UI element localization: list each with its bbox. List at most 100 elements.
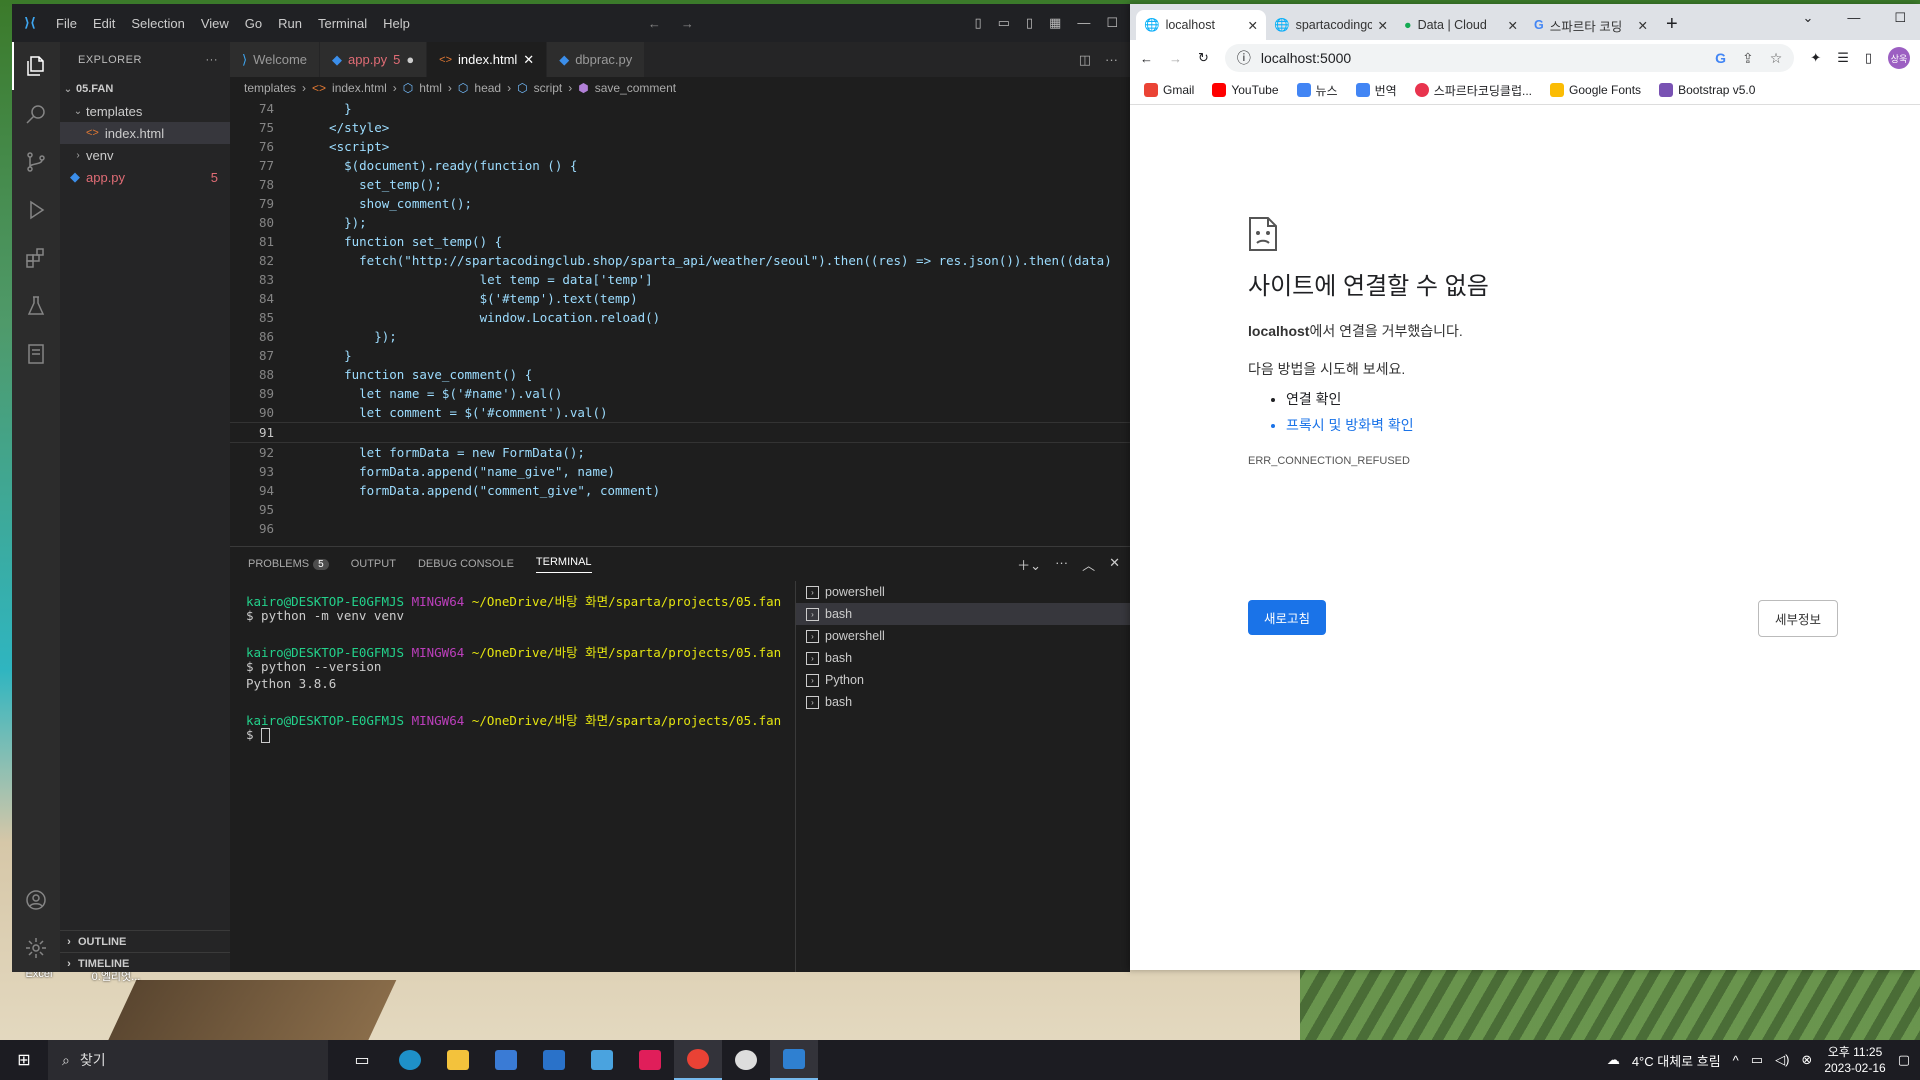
reading-list-icon[interactable]: ☰ [1837,50,1849,66]
app-icon[interactable] [722,1040,770,1080]
tree-root-folder[interactable]: ⌄ 05.FAN [60,78,230,100]
tab-search-icon[interactable]: ⌄ [1802,10,1813,26]
suggestion-link[interactable]: 프록시 및 방화벽 확인 [1286,415,1848,435]
menu-file[interactable]: File [48,16,85,31]
code-line[interactable]: 89 let name = $('#name').val() [230,384,1130,403]
menu-go[interactable]: Go [237,16,270,31]
bookmark-news[interactable]: 뉴스 [1296,82,1338,99]
testing-icon[interactable] [12,282,60,330]
breadcrumb-item[interactable]: save_comment [595,81,676,95]
toggle-panel-icon[interactable]: ▭ [998,15,1010,31]
code-line[interactable]: 81 function set_temp() { [230,232,1130,251]
code-line[interactable]: 93 formData.append("name_give", name) [230,462,1130,481]
account-icon[interactable] [12,876,60,924]
toggle-sidebar-icon[interactable]: ▯ [974,15,981,31]
code-line[interactable]: 78 set_temp(); [230,175,1130,194]
code-line[interactable]: 85 window.Location.reload() [230,308,1130,327]
close-icon[interactable]: ✕ [1508,18,1518,33]
forward-arrow-icon[interactable]: → [681,16,694,31]
code-line[interactable]: 74 } [230,99,1130,118]
menu-view[interactable]: View [193,16,237,31]
menu-run[interactable]: Run [270,16,310,31]
code-line[interactable]: 90 let comment = $('#comment').val() [230,403,1130,422]
terminal-item[interactable]: › powershell [796,625,1130,647]
toggle-secondary-sidebar-icon[interactable]: ▯ [1026,15,1033,31]
maximize-icon[interactable]: ☐ [1894,10,1906,26]
taskbar-search[interactable]: ⌕ 찾기 [48,1040,328,1080]
code-line[interactable]: 76 <script> [230,137,1130,156]
menu-selection[interactable]: Selection [123,16,192,31]
code-line[interactable]: 77 $(document).ready(function () { [230,156,1130,175]
close-icon[interactable]: ✕ [1638,18,1648,33]
slack-icon[interactable] [626,1040,674,1080]
minimize-icon[interactable]: — [1847,10,1860,26]
app-icon[interactable] [578,1040,626,1080]
tab-debug-console[interactable]: DEBUG CONSOLE [418,558,514,570]
bookmark-sparta[interactable]: 스파르타코딩클럽... [1414,82,1532,99]
tab-dbprac-py[interactable]: ◆ dbprac.py [547,42,646,77]
side-panel-icon[interactable]: ▯ [1865,50,1872,66]
close-icon[interactable]: ✕ [523,52,534,68]
menu-help[interactable]: Help [375,16,418,31]
terminal-item[interactable]: › bash [796,691,1130,713]
code-line[interactable]: 80 }); [230,213,1130,232]
status-icon[interactable]: ⊗ [1801,1052,1812,1068]
tab-app-py[interactable]: ◆ app.py 5 ● [320,42,428,77]
code-line[interactable]: 95 [230,500,1130,519]
reload-icon[interactable]: ↻ [1198,50,1209,66]
tab-output[interactable]: OUTPUT [351,558,396,570]
browser-tab-data-cloud[interactable]: ● Data | Cloud ✕ [1396,10,1526,40]
profile-avatar[interactable]: 상욱 [1888,47,1910,69]
bookmark-translate[interactable]: 번역 [1355,82,1397,99]
code-line[interactable]: 86 }); [230,327,1130,346]
terminal-item[interactable]: › bash [796,647,1130,669]
browser-tab-google[interactable]: G 스파르타 코딩 ✕ [1526,10,1656,40]
remote-explorer-icon[interactable] [12,330,60,378]
code-line[interactable]: 87 } [230,346,1130,365]
code-line[interactable]: 88 function save_comment() { [230,365,1130,384]
breadcrumb-item[interactable]: templates [244,81,296,95]
file-explorer-icon[interactable] [434,1040,482,1080]
back-arrow-icon[interactable]: ← [648,16,661,31]
code-line[interactable]: 82 fetch("http://spartacodingclub.shop/s… [230,251,1130,270]
menu-terminal[interactable]: Terminal [310,16,375,31]
maximize-panel-icon[interactable]: ︿ [1082,555,1095,574]
share-icon[interactable]: ⇪ [1742,50,1754,67]
terminal-item[interactable]: › Python [796,669,1130,691]
minimize-icon[interactable]: — [1077,15,1090,31]
chevron-up-icon[interactable]: ^ [1733,1053,1739,1068]
tab-terminal[interactable]: TERMINAL [535,556,592,573]
network-icon[interactable]: ▭ [1751,1052,1763,1068]
browser-tab-sparta[interactable]: 🌐 spartacodingc ✕ [1266,10,1396,40]
code-line[interactable]: 96 [230,519,1130,538]
outline-section[interactable]: › OUTLINE [60,930,230,953]
new-tab-button[interactable]: + [1656,13,1688,40]
more-actions-icon[interactable]: ··· [206,54,219,66]
volume-icon[interactable]: ◁) [1775,1052,1789,1068]
code-line[interactable]: 79 show_comment(); [230,194,1130,213]
google-translate-icon[interactable]: G [1715,50,1726,67]
customize-layout-icon[interactable]: ▦ [1049,15,1061,31]
tab-problems[interactable]: PROBLEMS 5 [248,558,329,570]
breadcrumb-item[interactable]: html [419,81,442,95]
code-line[interactable]: 92 let formData = new FormData(); [230,443,1130,462]
store-icon[interactable] [482,1040,530,1080]
weather-cloud-icon[interactable]: ☁ [1607,1052,1620,1068]
maximize-icon[interactable]: ☐ [1106,15,1118,31]
bookmark-gmail[interactable]: Gmail [1144,83,1194,97]
details-button[interactable]: 세부정보 [1758,600,1839,637]
code-line[interactable]: 75 </style> [230,118,1130,137]
split-editor-icon[interactable]: ◫ [1079,52,1091,68]
notification-icon[interactable]: ▢ [1898,1052,1910,1068]
code-line[interactable]: 84 $('#temp').text(temp) [230,289,1130,308]
bookmark-star-icon[interactable]: ☆ [1770,50,1783,67]
breadcrumb-item[interactable]: index.html [332,81,387,95]
info-icon[interactable]: ⓘ [1237,48,1251,68]
address-bar[interactable]: ⓘ localhost:5000 G ⇪ ☆ [1224,44,1795,72]
code-editor[interactable]: 74 } 75 </style> 76 <script> 77 $(document)… [230,99,1130,538]
more-actions-icon[interactable]: ··· [1105,52,1118,67]
reload-button[interactable]: 새로고침 [1248,600,1327,635]
back-arrow-icon[interactable]: ← [1140,51,1153,66]
terminal-input-line[interactable]: $ [246,727,811,744]
code-line[interactable]: 91 [230,422,1130,443]
